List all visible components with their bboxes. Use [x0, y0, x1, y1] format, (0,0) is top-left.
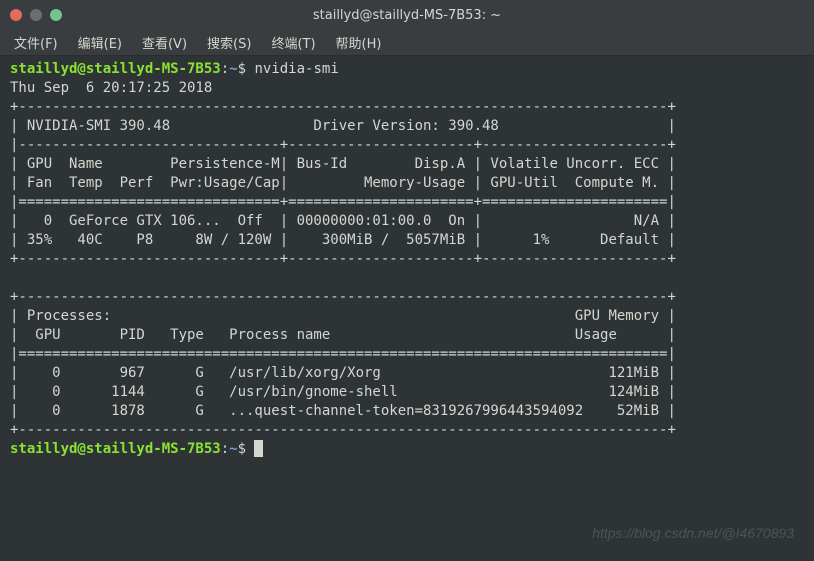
menubar: 文件(F) 编辑(E) 查看(V) 搜索(S) 终端(T) 帮助(H) — [0, 30, 814, 56]
menu-search[interactable]: 搜索(S) — [199, 31, 259, 54]
prompt-colon: : — [221, 441, 229, 457]
output-line: | Fan Temp Perf Pwr:Usage/Cap| Memory-Us… — [10, 175, 676, 191]
titlebar: staillyd@staillyd-MS-7B53: ~ — [0, 0, 814, 30]
prompt-dollar: $ — [238, 441, 246, 457]
maximize-icon[interactable] — [50, 9, 62, 21]
minimize-icon[interactable] — [30, 9, 42, 21]
window-title: staillyd@staillyd-MS-7B53: ~ — [10, 8, 804, 23]
prompt-colon: : — [221, 61, 229, 77]
menu-file[interactable]: 文件(F) — [6, 31, 66, 54]
prompt-user-host: staillyd@staillyd-MS-7B53 — [10, 61, 221, 77]
output-timestamp: Thu Sep 6 20:17:25 2018 — [10, 80, 271, 96]
output-line: | 0 1144 G /usr/bin/gnome-shell 124MiB | — [10, 384, 676, 400]
command-text: nvidia-smi — [254, 61, 338, 77]
output-line: +-------------------------------+-------… — [10, 251, 676, 267]
window-controls — [10, 9, 62, 21]
output-line: |=======================================… — [10, 346, 676, 362]
output-line: +---------------------------------------… — [10, 422, 676, 438]
prompt-path: ~ — [229, 441, 237, 457]
prompt-dollar: $ — [238, 61, 246, 77]
output-line: | 0 1878 G ...quest-channel-token=831926… — [10, 403, 676, 419]
prompt-path: ~ — [229, 61, 237, 77]
output-line: | GPU PID Type Process name Usage | — [10, 327, 676, 343]
menu-terminal[interactable]: 终端(T) — [263, 31, 323, 54]
output-line: | 0 GeForce GTX 106... Off | 00000000:01… — [10, 213, 676, 229]
output-line: | 0 967 G /usr/lib/xorg/Xorg 121MiB | — [10, 365, 676, 381]
output-line: |===============================+=======… — [10, 194, 676, 210]
terminal-area[interactable]: staillyd@staillyd-MS-7B53:~$ nvidia-smi … — [0, 56, 814, 463]
cursor-icon — [254, 440, 263, 457]
menu-view[interactable]: 查看(V) — [134, 31, 195, 54]
output-line: | 35% 40C P8 8W / 120W | 300MiB / 5057Mi… — [10, 232, 676, 248]
menu-edit[interactable]: 编辑(E) — [70, 31, 130, 54]
output-line: +---------------------------------------… — [10, 289, 676, 305]
output-line: +---------------------------------------… — [10, 99, 676, 115]
output-line: | NVIDIA-SMI 390.48 Driver Version: 390.… — [10, 118, 676, 134]
menu-help[interactable]: 帮助(H) — [328, 31, 390, 54]
output-line: | GPU Name Persistence-M| Bus-Id Disp.A … — [10, 156, 676, 172]
output-line: | Processes: GPU Memory | — [10, 308, 676, 324]
watermark: https://blog.csdn.net/@I4670893 — [592, 525, 794, 541]
prompt-user-host: staillyd@staillyd-MS-7B53 — [10, 441, 221, 457]
output-line — [10, 270, 676, 286]
output-line: |-------------------------------+-------… — [10, 137, 676, 153]
close-icon[interactable] — [10, 9, 22, 21]
